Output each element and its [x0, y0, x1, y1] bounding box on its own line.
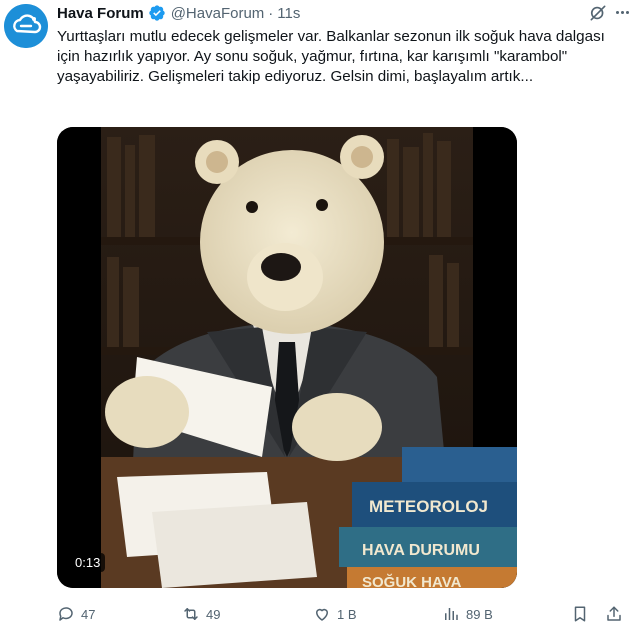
bookmark-icon: [574, 606, 586, 622]
reply-button[interactable]: 47: [57, 602, 95, 626]
tweet-card[interactable]: Hava Forum @HavaForum · 11s Yurttaşları …: [0, 0, 636, 635]
video-thumbnail: METEOROLOJ HAVA DURUMU SOĞUK HAVA: [57, 127, 517, 588]
author-name[interactable]: Hava Forum: [57, 5, 144, 22]
repost-icon: [184, 608, 198, 620]
bookmark-button[interactable]: [571, 602, 589, 626]
timestamp[interactable]: 11s: [277, 5, 300, 22]
repost-button[interactable]: 49: [182, 602, 220, 626]
author-handle[interactable]: @HavaForum: [171, 5, 265, 22]
book-title-1: METEOROLOJ: [369, 497, 488, 516]
tweet-text: Yurttaşları mutlu edecek gelişmeler var.…: [57, 28, 605, 85]
cloud-sun-logo-icon: [4, 4, 48, 48]
separator-dot: ·: [268, 4, 274, 22]
share-button[interactable]: [605, 602, 623, 626]
heart-icon: [316, 608, 328, 621]
verified-badge-icon[interactable]: [148, 4, 166, 22]
book-title-2: HAVA DURUMU: [362, 542, 480, 559]
like-count: 1 B: [337, 606, 357, 622]
more-options-icon[interactable]: [612, 2, 632, 22]
reply-count: 47: [81, 606, 96, 622]
like-button[interactable]: 1 B: [313, 602, 357, 626]
book-title-3: SOĞUK HAVA: [362, 573, 462, 588]
video-duration: 0:13: [70, 553, 106, 572]
views-button[interactable]: 89 B: [442, 602, 493, 626]
action-bar: 47 49 1 B 89 B: [57, 602, 629, 626]
views-count: 89 B: [466, 606, 493, 622]
video-player[interactable]: METEOROLOJ HAVA DURUMU SOĞUK HAVA 0:13: [57, 127, 517, 588]
share-icon: [607, 606, 621, 621]
tweet-header: Hava Forum @HavaForum · 11s: [57, 2, 596, 24]
avatar[interactable]: [4, 4, 48, 48]
views-icon: [445, 608, 458, 620]
reply-icon: [59, 607, 73, 621]
grok-icon[interactable]: [588, 3, 608, 23]
repost-count: 49: [206, 606, 221, 622]
